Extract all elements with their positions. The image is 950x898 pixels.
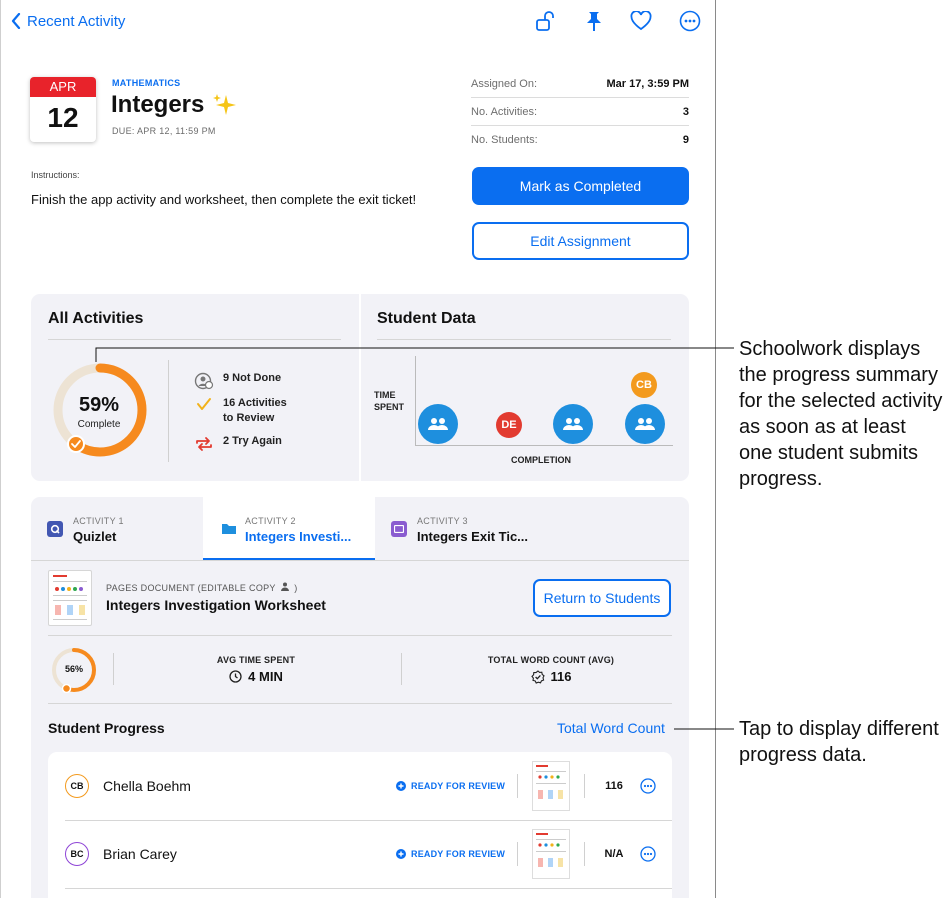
summary-callout: Schoolwork displays the progress summary…	[739, 338, 943, 490]
filter-callout: Tap to display different progress data.	[739, 718, 939, 766]
